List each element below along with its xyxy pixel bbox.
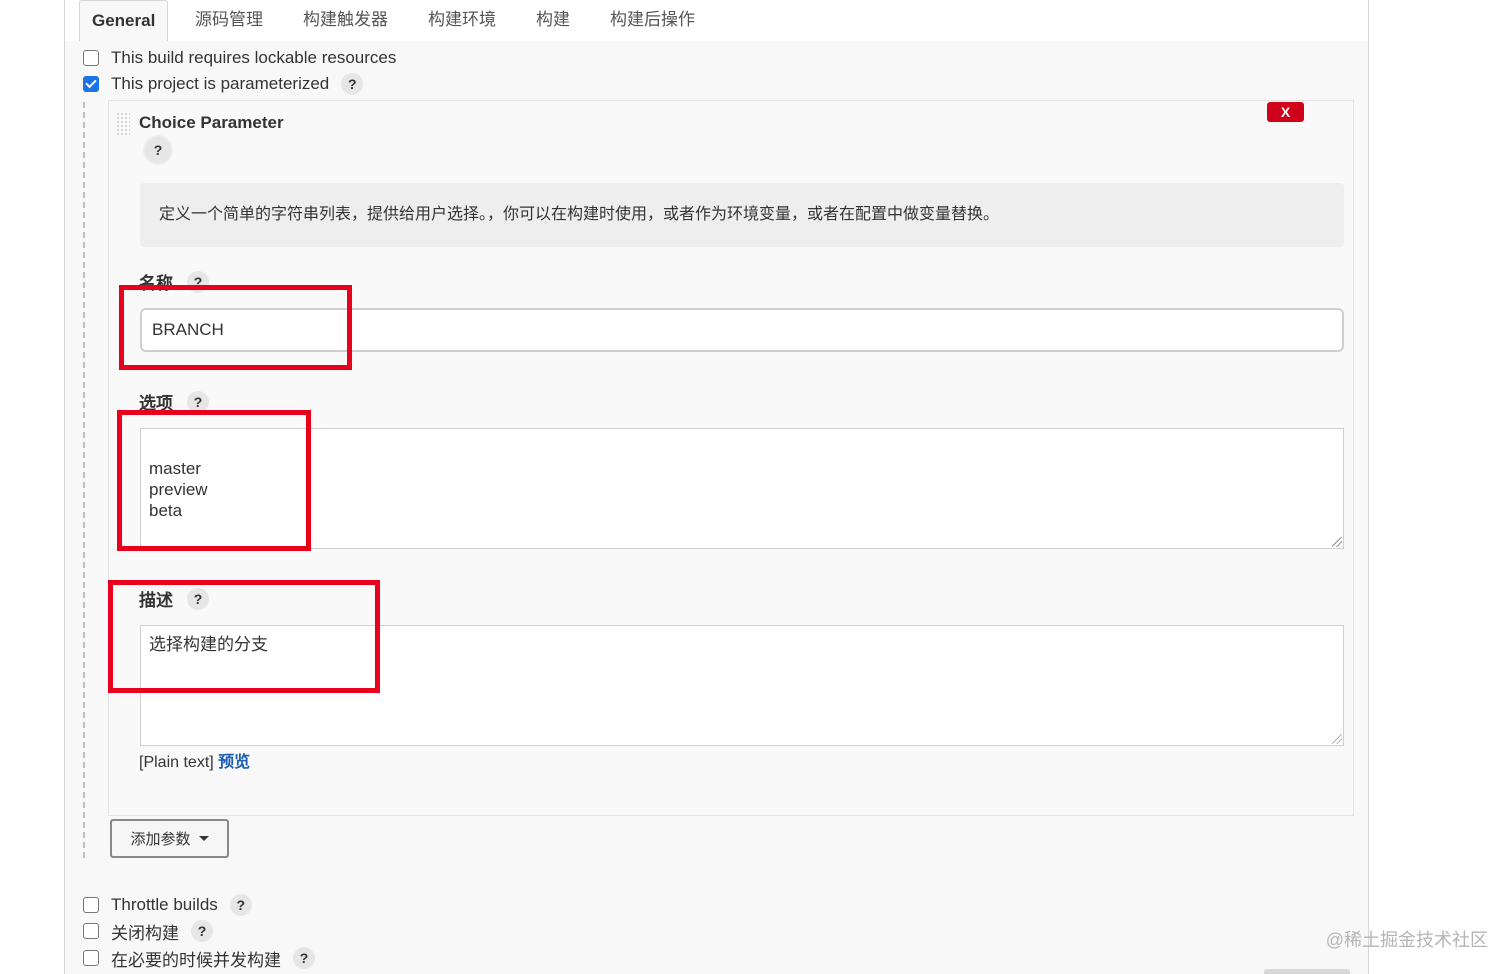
tab-source-control[interactable]: 源码管理	[195, 0, 263, 41]
parameter-help-icon[interactable]: ?	[145, 137, 171, 163]
plain-text-label: [Plain text]	[139, 754, 214, 771]
annotation-box-name	[119, 285, 352, 370]
throttle-label: Throttle builds	[111, 895, 218, 914]
annotation-box-description	[108, 580, 380, 693]
parameter-title: Choice Parameter	[139, 113, 284, 132]
save-button-edge[interactable]	[1264, 969, 1350, 974]
disable-build-label: 关闭构建	[111, 923, 179, 943]
parameterized-option: This project is parameterized ?	[83, 72, 364, 96]
chevron-down-icon	[198, 836, 209, 841]
disable-build-option: 关闭构建 ?	[83, 919, 213, 943]
disable-build-help-icon[interactable]: ?	[191, 920, 213, 942]
lockable-resources-label: This build requires lockable resources	[111, 48, 397, 67]
watermark: @稀土掘金技术社区	[1325, 930, 1488, 950]
resize-grip-icon[interactable]	[1332, 537, 1342, 547]
tab-bar: General 源码管理 构建触发器 构建环境 构建 构建后操作	[65, 0, 1368, 41]
parameterized-help-icon[interactable]: ?	[341, 73, 364, 95]
tab-general[interactable]: General	[79, 0, 169, 41]
concurrent-build-checkbox[interactable]	[83, 950, 99, 966]
nesting-guide	[83, 102, 85, 858]
tab-build-environment[interactable]: 构建环境	[428, 0, 496, 41]
parameter-help-text: 定义一个简单的字符串列表，提供给用户选择。，你可以在构建时使用，或者作为环境变量…	[140, 183, 1344, 247]
tab-build-triggers[interactable]: 构建触发器	[303, 0, 388, 41]
tab-build[interactable]: 构建	[536, 0, 570, 41]
parameterized-label: This project is parameterized	[111, 74, 330, 93]
add-parameter-button[interactable]: 添加参数	[110, 819, 229, 858]
parameterized-checkbox[interactable]	[83, 76, 99, 92]
lockable-resources-checkbox[interactable]	[83, 50, 99, 66]
throttle-help-icon[interactable]: ?	[229, 894, 252, 916]
disable-build-checkbox[interactable]	[83, 923, 99, 939]
preview-link[interactable]: 预览	[218, 754, 250, 771]
drag-handle-icon[interactable]	[116, 112, 130, 136]
concurrent-build-label: 在必要的时候并发构建	[111, 950, 281, 970]
concurrent-build-option: 在必要的时候并发构建 ?	[83, 946, 315, 970]
concurrent-build-help-icon[interactable]: ?	[293, 947, 315, 969]
markup-format-line: [Plain text] 预览	[139, 748, 250, 772]
throttle-option: Throttle builds ?	[83, 893, 252, 917]
annotation-box-choices	[117, 410, 311, 551]
add-parameter-label: 添加参数	[130, 831, 191, 848]
page: General 源码管理 构建触发器 构建环境 构建 构建后操作 This bu…	[0, 0, 1512, 974]
choices-textarea[interactable]: master preview beta	[140, 428, 1344, 549]
delete-parameter-button[interactable]: X	[1267, 102, 1304, 122]
lockable-resources-option: This build requires lockable resources	[83, 46, 396, 70]
resize-grip-icon[interactable]	[1332, 734, 1342, 744]
tab-post-build[interactable]: 构建后操作	[610, 0, 695, 41]
throttle-checkbox[interactable]	[83, 897, 99, 913]
